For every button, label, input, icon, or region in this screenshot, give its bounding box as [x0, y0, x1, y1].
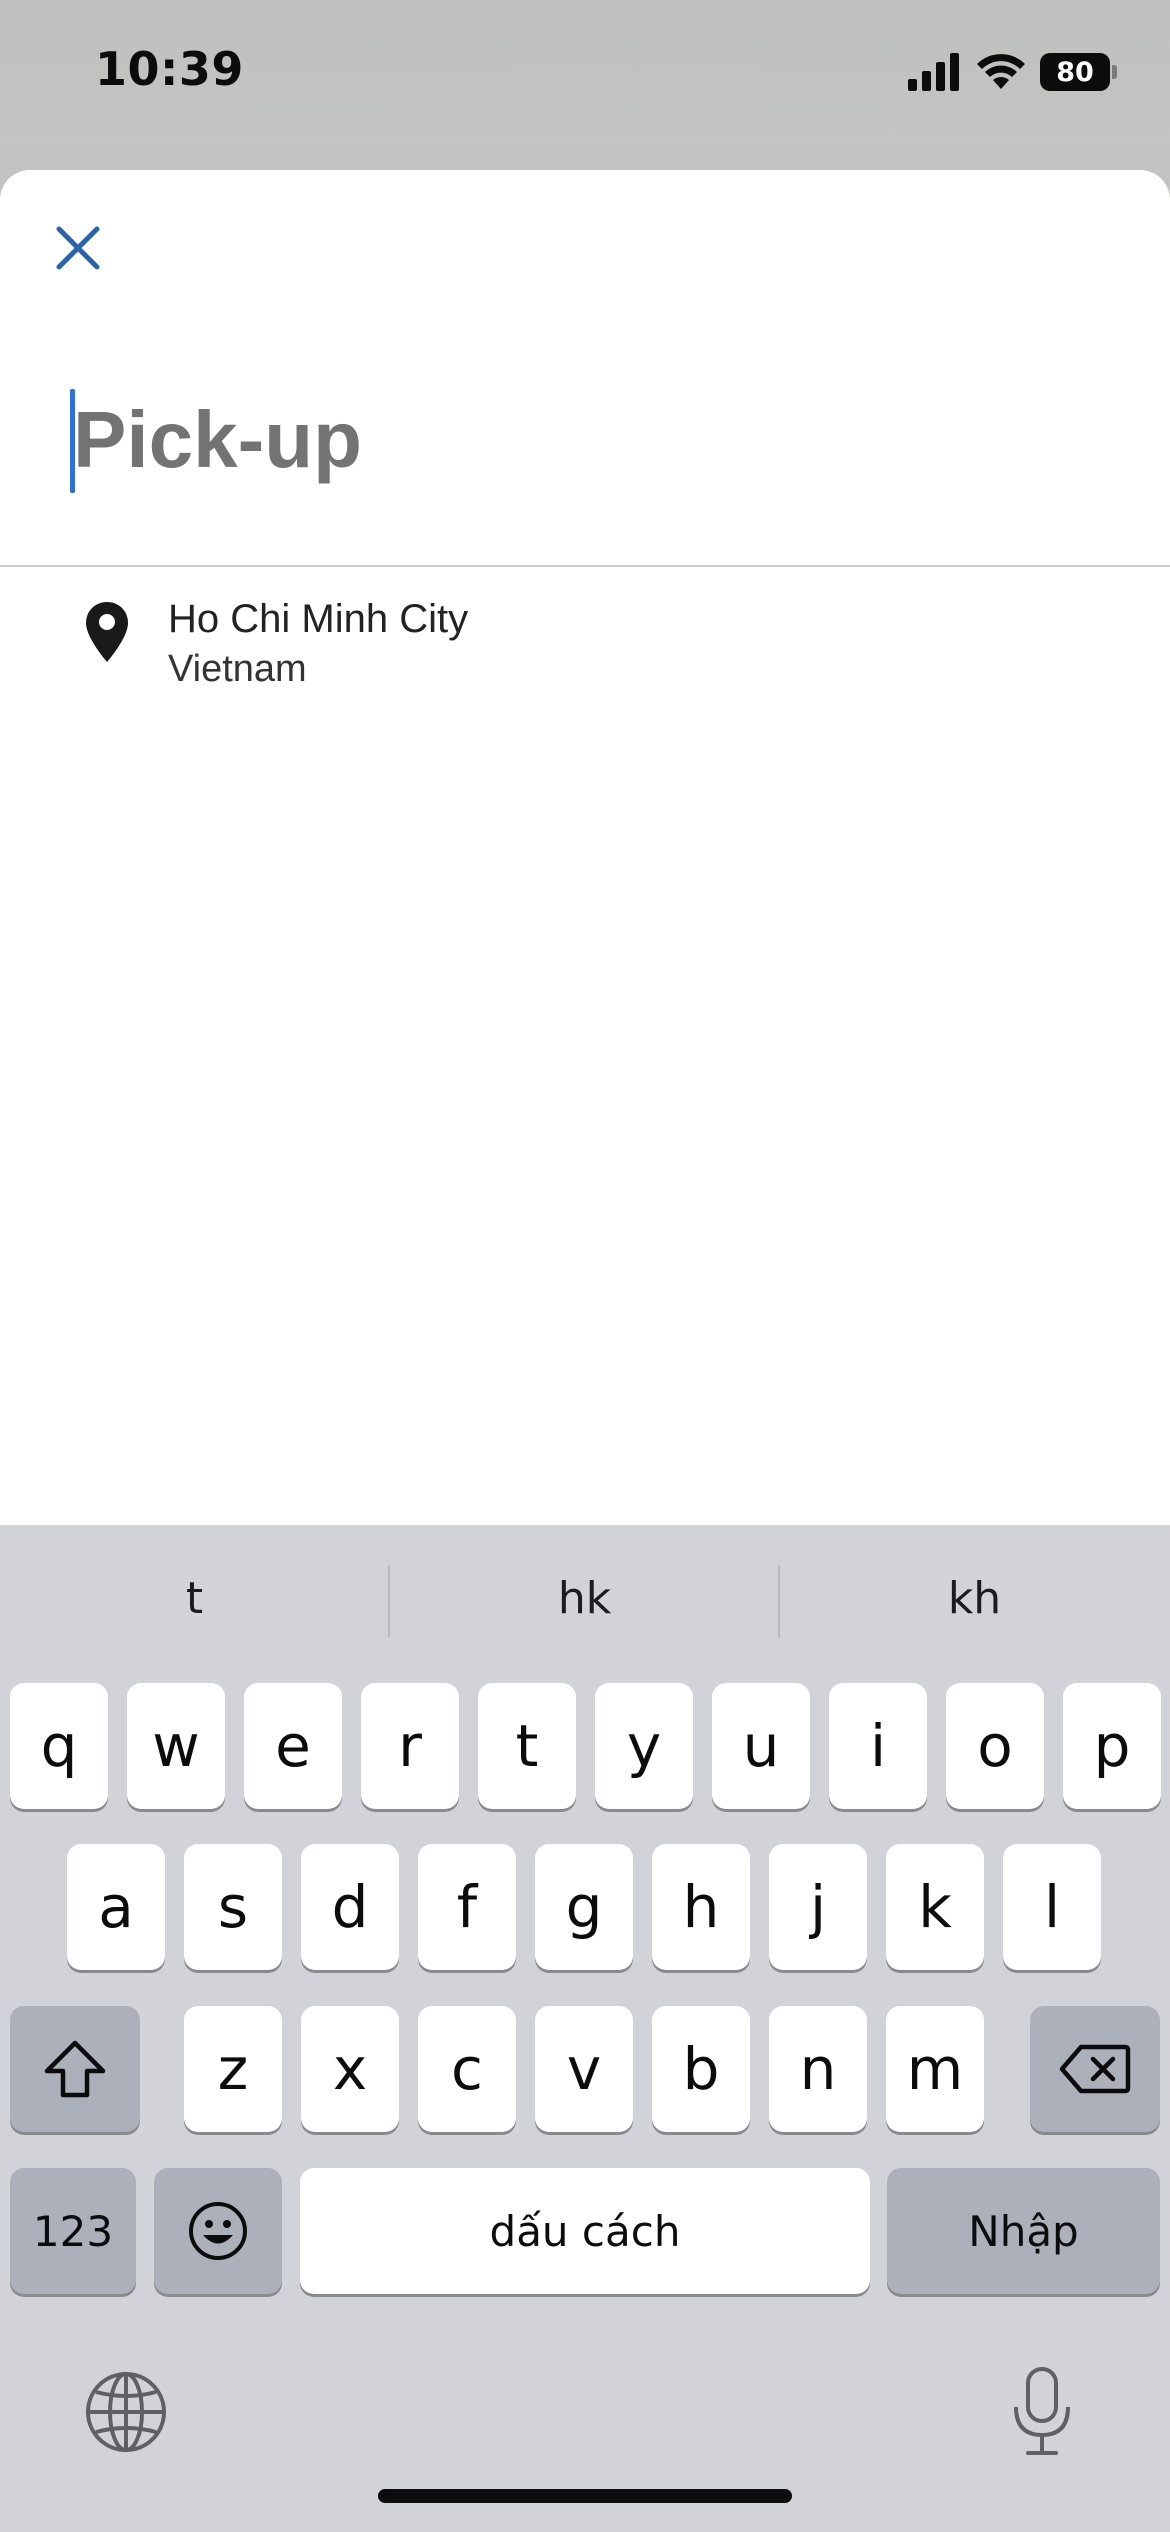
key-d[interactable]: d — [301, 1844, 399, 1970]
suggestion-2[interactable]: hk — [390, 1555, 779, 1641]
key-b[interactable]: b — [652, 2006, 750, 2132]
key-j[interactable]: j — [769, 1844, 867, 1970]
return-key[interactable]: Nhập — [887, 2168, 1160, 2294]
pickup-search-sheet: Ho Chi Minh City Vietnam — [0, 170, 1170, 1525]
suggestion-1[interactable]: t — [0, 1555, 389, 1641]
divider — [0, 565, 1170, 567]
shift-icon — [44, 2040, 106, 2098]
key-z[interactable]: z — [184, 2006, 282, 2132]
key-x[interactable]: x — [301, 2006, 399, 2132]
key-l[interactable]: l — [1003, 1844, 1101, 1970]
key-r[interactable]: r — [361, 1683, 459, 1809]
microphone-icon[interactable] — [1010, 2365, 1074, 2457]
suggestion-3[interactable]: kh — [780, 1555, 1169, 1641]
close-icon — [56, 226, 100, 270]
key-g[interactable]: g — [535, 1844, 633, 1970]
shift-key[interactable] — [10, 2006, 140, 2132]
key-o[interactable]: o — [946, 1683, 1044, 1809]
battery-level: 80 — [1056, 56, 1094, 88]
globe-icon[interactable] — [84, 2370, 168, 2454]
emoji-key[interactable] — [154, 2168, 282, 2294]
pickup-field-wrapper — [70, 385, 1130, 495]
home-indicator[interactable] — [378, 2489, 792, 2503]
space-key[interactable]: dấu cách — [300, 2168, 870, 2294]
key-k[interactable]: k — [886, 1844, 984, 1970]
key-q[interactable]: q — [10, 1683, 108, 1809]
battery-icon: 80 — [1040, 53, 1117, 91]
close-button[interactable] — [50, 220, 106, 276]
text-caret — [70, 389, 75, 493]
key-y[interactable]: y — [595, 1683, 693, 1809]
result-title: Ho Chi Minh City — [168, 597, 469, 641]
pickup-input[interactable] — [73, 385, 1123, 495]
status-bar: 10:39 80 — [0, 0, 1170, 150]
key-t[interactable]: t — [478, 1683, 576, 1809]
status-time: 10:39 — [95, 42, 244, 96]
emoji-icon — [189, 2202, 247, 2260]
cellular-signal-icon — [908, 53, 959, 91]
suggestion-bar: t hk kh — [0, 1555, 1170, 1641]
key-e[interactable]: e — [244, 1683, 342, 1809]
key-h[interactable]: h — [652, 1844, 750, 1970]
wifi-icon — [977, 54, 1025, 89]
result-subtitle: Vietnam — [168, 648, 307, 690]
key-v[interactable]: v — [535, 2006, 633, 2132]
key-u[interactable]: u — [712, 1683, 810, 1809]
backspace-icon — [1059, 2044, 1131, 2094]
backspace-key[interactable] — [1030, 2006, 1160, 2132]
map-pin-icon — [86, 602, 128, 662]
status-icons: 80 — [908, 50, 1117, 94]
key-i[interactable]: i — [829, 1683, 927, 1809]
numbers-key[interactable]: 123 — [10, 2168, 136, 2294]
key-a[interactable]: a — [67, 1844, 165, 1970]
list-item[interactable]: Ho Chi Minh City Vietnam — [0, 575, 1170, 690]
key-m[interactable]: m — [886, 2006, 984, 2132]
key-f[interactable]: f — [418, 1844, 516, 1970]
key-c[interactable]: c — [418, 2006, 516, 2132]
key-p[interactable]: p — [1063, 1683, 1161, 1809]
keyboard: t hk kh q w e r t y u i o p a s d f g h … — [0, 1525, 1170, 2532]
key-n[interactable]: n — [769, 2006, 867, 2132]
result-text: Ho Chi Minh City Vietnam — [168, 595, 468, 693]
key-s[interactable]: s — [184, 1844, 282, 1970]
key-w[interactable]: w — [127, 1683, 225, 1809]
